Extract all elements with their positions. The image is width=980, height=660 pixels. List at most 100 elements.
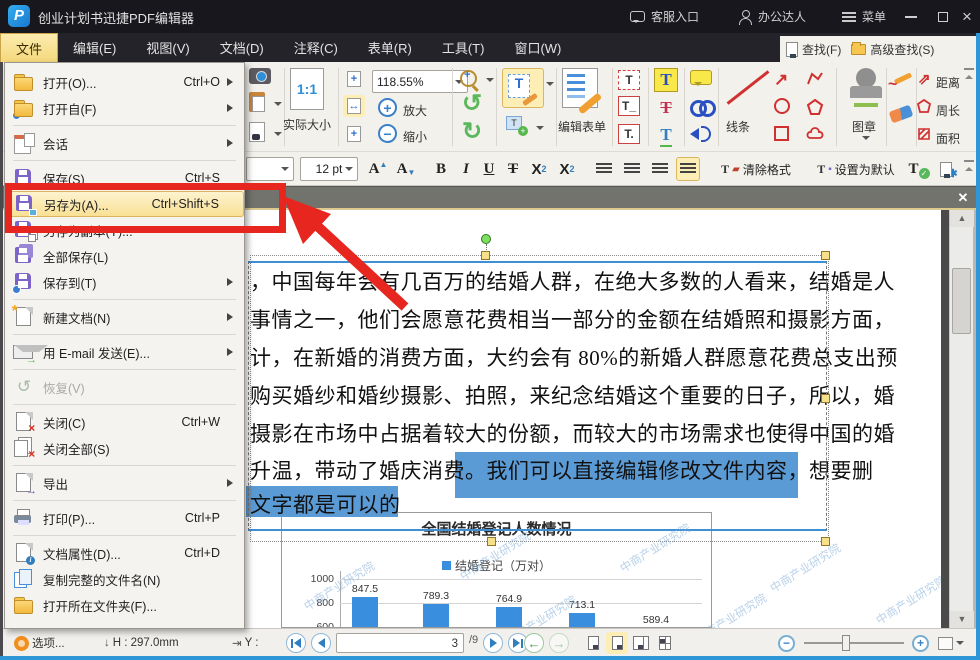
bold-button[interactable]: B [430,157,452,181]
scroll-down-icon[interactable]: ▼ [950,611,974,628]
text-field-button[interactable]: T [618,70,640,90]
zoom-slider-track[interactable] [804,642,904,644]
align-center-button[interactable] [620,157,644,181]
add-image-text-caret-icon[interactable] [536,126,544,134]
font-size-combo[interactable]: 12 pt [300,157,358,181]
stamp-button[interactable] [846,68,886,108]
two-page-button[interactable] [630,632,652,654]
marquee-zoom-button[interactable] [460,70,480,90]
page-number-input[interactable]: 3 [336,633,464,653]
menu-item-send-email[interactable]: →用 E-mail 发送(E)... [5,339,244,365]
menu-window[interactable]: 窗口(W) [499,33,576,62]
zoom-out-small-button[interactable]: − [778,629,795,657]
circle-tool-button[interactable] [774,98,790,114]
zoom-slider-thumb[interactable] [842,635,850,651]
menu-file[interactable]: 文件 [0,33,58,62]
align-left-button[interactable] [592,157,616,181]
menu-document[interactable]: 文档(D) [205,33,279,62]
vertical-scrollbar[interactable]: ▲ ▼ [949,210,973,628]
menu-item-close-all[interactable]: ×关闭全部(S) [5,435,244,461]
app-menu-button[interactable]: 菜单 [842,0,886,33]
menu-item-save-all[interactable]: 全部保存(L) [5,243,244,269]
stamp-caret-icon[interactable] [862,136,870,144]
polyline-tool-button[interactable] [806,70,824,88]
document-close-icon[interactable]: ✕ [954,189,972,207]
fit-width-button[interactable]: ↔ [343,95,365,117]
fit-page-button[interactable]: + [343,68,365,90]
fullwidth-view-button[interactable] [938,629,964,657]
single-page-button[interactable] [582,632,604,654]
menu-item-export[interactable]: →导出 [5,470,244,496]
menu-form[interactable]: 表单(R) [353,33,427,62]
menu-item-session[interactable]: 会话 [5,130,244,156]
marquee-zoom-caret-icon[interactable] [486,78,494,86]
rectangle-tool-button[interactable] [774,126,789,141]
area-tool-button[interactable] [916,126,932,142]
strikeout-text-button[interactable]: T [654,96,678,120]
page-search-caret-icon[interactable] [274,132,282,140]
align-justify-button[interactable] [676,157,700,181]
perimeter-tool-button[interactable] [916,98,932,114]
menu-edit[interactable]: 编辑(E) [58,33,131,62]
paste-caret-icon[interactable] [274,102,282,110]
sound-button[interactable] [690,124,712,142]
italic-button[interactable]: I [456,157,476,181]
close-button[interactable]: × [952,0,980,33]
edit-form-button[interactable] [562,68,598,108]
resize-handle-right[interactable] [821,394,830,403]
clear-format-button[interactable]: T▰清除格式 [712,157,800,181]
menu-item-document-properties[interactable]: i文档属性(D)...Ctrl+D [5,540,244,566]
zoom-out-button[interactable]: − [378,124,397,143]
add-image-text-button[interactable] [506,116,528,134]
menu-tools[interactable]: 工具(T) [427,33,500,62]
rotation-handle[interactable] [481,234,491,244]
minimize-button[interactable] [896,0,926,33]
advanced-find-button[interactable]: 高级查找(S) [870,41,934,58]
menu-item-save-to[interactable]: 保存到(T) [5,269,244,295]
formatbar-collapse-icon[interactable] [964,160,976,169]
eraser-tool-button[interactable] [890,108,912,120]
rotate-left-button[interactable]: ↺ [462,92,482,116]
edit-content-caret-icon[interactable] [546,82,554,90]
subscript-button[interactable]: X2 [526,157,552,181]
pencil-tool-button[interactable] [890,74,914,88]
resize-handle-top-right[interactable] [821,251,830,260]
font-family-combo[interactable] [246,157,294,181]
underline-button[interactable]: U [478,157,500,181]
four-page-button[interactable] [654,632,676,654]
align-right-button[interactable] [648,157,672,181]
strikethrough-button[interactable]: T [502,157,524,181]
arrow-tool-button[interactable]: ↗ [774,70,788,90]
highlight-text-button[interactable]: T [654,68,678,92]
zoom-in-button[interactable]: + [378,98,397,117]
cloud-tool-button[interactable] [806,126,824,144]
text-field-single-button[interactable]: T_ [618,96,640,116]
text-field-multi-button[interactable]: T. [618,124,640,144]
note-comment-button[interactable] [690,70,712,85]
toolbar-collapse-icon[interactable] [964,68,976,77]
zoom-slider[interactable] [804,629,904,657]
actual-size-button[interactable]: 1:1 [290,68,324,110]
office-expert-button[interactable]: 办公达人 [738,0,806,33]
options-button[interactable]: 选项... [14,629,65,657]
menu-item-open-containing-folder[interactable]: 打开所在文件夹(F)... [5,592,244,618]
format-settings-button[interactable]: ✱ [938,157,960,181]
scrollbar-thumb[interactable] [952,268,971,334]
menu-item-open-from[interactable]: 打开自(F) [5,95,244,121]
zoom-in-small-button[interactable]: + [912,629,929,657]
rotate-right-button[interactable]: ↻ [462,120,482,144]
menu-item-close[interactable]: ×关闭(C)Ctrl+W [5,409,244,435]
shrink-font-button[interactable]: A▼ [394,157,418,181]
page-search-button[interactable] [249,122,265,142]
menu-view[interactable]: 视图(V) [131,33,204,62]
apply-format-button[interactable]: T✓ [906,157,932,181]
link-button[interactable] [690,98,712,114]
previous-page-button[interactable] [311,633,331,653]
next-page-button[interactable] [483,633,503,653]
snapshot-button[interactable] [249,68,271,84]
zoom-combo[interactable]: 118.55% [372,70,468,93]
back-view-button[interactable]: ← [524,633,544,653]
line-tool-button[interactable] [722,70,766,106]
superscript-button[interactable]: X2 [554,157,580,181]
edit-content-button[interactable] [502,68,544,108]
